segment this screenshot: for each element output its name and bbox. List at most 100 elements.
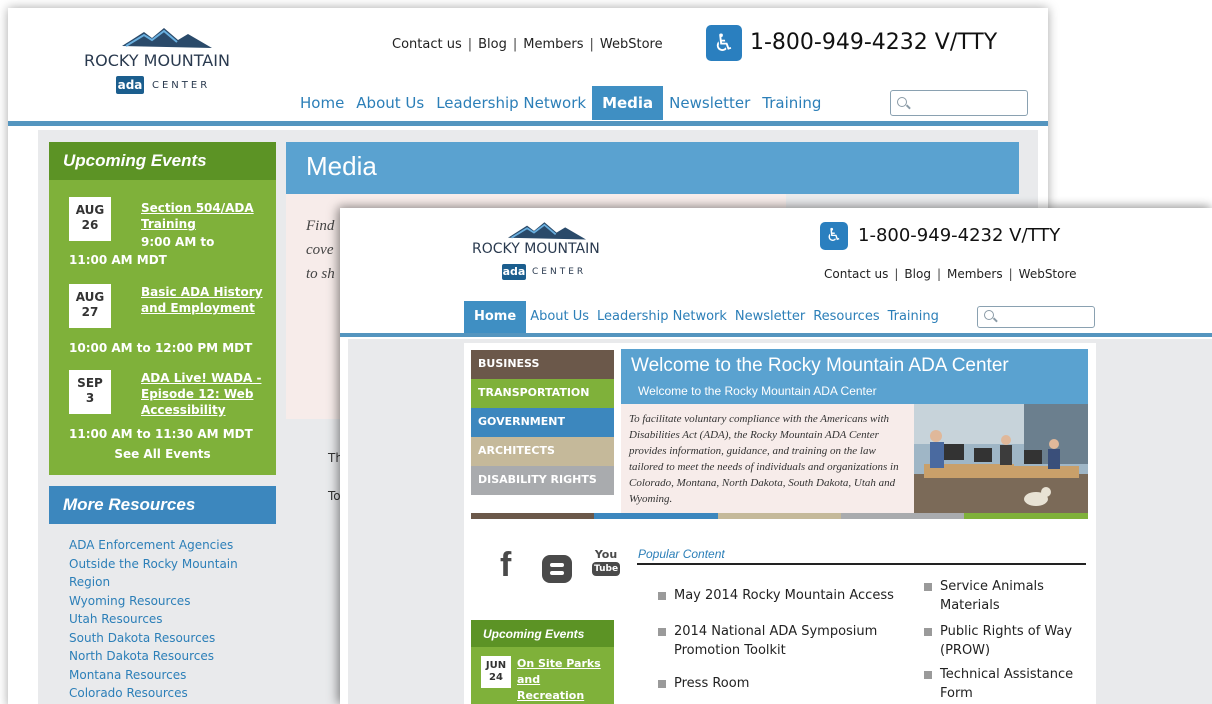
- back-top-links: Contact us | Blog | Members | WebStore: [392, 37, 663, 52]
- event-time: 10:00 AM to 12:00 PM MDT: [69, 341, 253, 355]
- contact-us-link[interactable]: Contact us: [824, 267, 888, 281]
- event-time: 9:00 AM to: [141, 235, 215, 249]
- welcome-subtitle: Welcome to the Rocky Mountain ADA Center: [638, 384, 877, 398]
- resource-link[interactable]: Utah Resources: [69, 610, 269, 629]
- front-phone: ♿ 1-800-949-4232 V/TTY: [820, 222, 1060, 250]
- popular-content-link[interactable]: Press Room: [658, 674, 904, 693]
- resources-list: ADA Enforcement Agencies Outside the Roc…: [69, 536, 269, 703]
- resource-link[interactable]: Wyoming Resources: [69, 592, 269, 611]
- nav-home[interactable]: Home: [294, 86, 350, 120]
- back-phone: ♿ 1-800-949-4232 V/TTY: [706, 25, 997, 61]
- color-bar-segment: [471, 513, 594, 519]
- blog-link[interactable]: Blog: [478, 37, 507, 52]
- see-all-events-link[interactable]: See All Events: [49, 447, 276, 461]
- front-main-nav: Home About Us Leadership Network Newsletter…: [464, 301, 943, 333]
- logo-center-text: CENTER: [152, 80, 211, 91]
- resource-link[interactable]: Montana Resources: [69, 666, 269, 685]
- facebook-icon[interactable]: f: [500, 546, 511, 585]
- nav-resources[interactable]: Resources: [809, 301, 883, 333]
- popular-content-heading: Popular Content: [638, 547, 725, 561]
- popular-content-link[interactable]: Technical Assistance Form: [924, 665, 1090, 703]
- front-search-input[interactable]: [977, 306, 1095, 328]
- nav-about-us[interactable]: About Us: [526, 301, 593, 333]
- search-icon: [984, 310, 994, 320]
- body-text-fragment: To: [328, 489, 341, 503]
- category-architects-button[interactable]: ARCHITECTS: [471, 437, 614, 466]
- event-title-link[interactable]: Basic ADA History and Employment: [141, 284, 265, 316]
- welcome-body: To facilitate voluntary compliance with …: [621, 404, 914, 514]
- phone-number: 1-800-949-4232 V/TTY: [858, 225, 1061, 246]
- events-heading: Upcoming Events: [49, 142, 276, 180]
- logo-name: ROCKY MOUNTAIN: [84, 51, 230, 70]
- back-header: ROCKY MOUNTAIN ada CENTER Contact us | Blo…: [8, 8, 1048, 128]
- resource-link[interactable]: South Dakota Resources: [69, 629, 269, 648]
- back-upcoming-events: Upcoming Events AUG 26 Section 504/ADA T…: [49, 142, 276, 475]
- logo-center-text: CENTER: [532, 267, 587, 277]
- blog-link[interactable]: Blog: [904, 267, 931, 281]
- nav-newsletter[interactable]: Newsletter: [731, 301, 809, 333]
- front-upcoming-events: Upcoming Events JUN 24 On Site Parks and…: [471, 620, 614, 704]
- computer-lab-image: [914, 404, 1088, 514]
- mountain-logo-icon: [122, 28, 212, 48]
- nav-leadership-network[interactable]: Leadership Network: [593, 301, 731, 333]
- color-bar-segment: [594, 513, 718, 519]
- nav-training[interactable]: Training: [756, 86, 827, 120]
- welcome-title: Welcome to the Rocky Mountain ADA Center: [631, 355, 1009, 376]
- event-date: AUG 27: [69, 284, 111, 328]
- event-date: SEP 3: [69, 370, 111, 414]
- popular-content-link[interactable]: Public Rights of Way (PROW): [924, 622, 1090, 660]
- nav-training[interactable]: Training: [884, 301, 943, 333]
- color-bar-segment: [841, 513, 964, 519]
- popular-content-link[interactable]: 2014 National ADA Symposium Promotion To…: [658, 622, 904, 660]
- category-government-button[interactable]: GOVERNMENT: [471, 408, 614, 437]
- back-nav-bar: [8, 121, 1048, 126]
- search-icon: [897, 97, 907, 107]
- color-bar-segment: [718, 513, 841, 519]
- media-intro-text: Find cove to sh: [306, 218, 335, 282]
- nav-media[interactable]: Media: [592, 86, 664, 120]
- media-page-title: Media: [286, 142, 1019, 194]
- webstore-link[interactable]: WebStore: [600, 37, 663, 52]
- resource-link[interactable]: Outside the Rocky Mountain: [69, 555, 269, 574]
- ada-logo-mark: ada: [116, 76, 144, 94]
- youtube-icon[interactable]: You Tube: [592, 548, 620, 582]
- more-resources-heading: More Resources: [49, 486, 276, 524]
- category-transportation-button[interactable]: TRANSPORTATION: [471, 379, 614, 408]
- front-nav-bar: [340, 333, 1212, 337]
- nav-leadership-network[interactable]: Leadership Network: [430, 86, 592, 120]
- event-title-link[interactable]: ADA Live! WADA - Episode 12: Web Accessi…: [141, 370, 265, 418]
- color-bar-segment: [964, 513, 1088, 519]
- back-search-input[interactable]: [890, 90, 1028, 116]
- events-heading: Upcoming Events: [471, 620, 614, 647]
- wheelchair-icon: ♿: [820, 222, 848, 250]
- members-link[interactable]: Members: [947, 267, 1003, 281]
- popular-content-link[interactable]: May 2014 Rocky Mountain Access: [658, 586, 904, 605]
- nav-newsletter[interactable]: Newsletter: [663, 86, 756, 120]
- event-title-link[interactable]: Section 504/ADA Training: [141, 200, 261, 232]
- event-date: AUG 26: [69, 197, 111, 241]
- event-time: 11:00 AM MDT: [69, 253, 167, 267]
- welcome-photo: [914, 404, 1088, 514]
- blogger-icon[interactable]: [542, 555, 572, 583]
- webstore-link[interactable]: WebStore: [1019, 267, 1077, 281]
- front-logo[interactable]: ROCKY MOUNTAIN ada CENTER: [472, 220, 622, 284]
- members-link[interactable]: Members: [523, 37, 583, 52]
- popular-content-link[interactable]: Service Animals Materials: [924, 577, 1090, 615]
- category-disability-rights-button[interactable]: DISABILITY RIGHTS: [471, 466, 614, 495]
- event-time: 11:00 AM to 11:30 AM MDT: [69, 427, 253, 441]
- popular-content-rule: [637, 563, 1086, 565]
- resource-link[interactable]: North Dakota Resources: [69, 647, 269, 666]
- category-business-button[interactable]: BUSINESS: [471, 350, 614, 379]
- nav-home[interactable]: Home: [464, 301, 527, 333]
- contact-us-link[interactable]: Contact us: [392, 37, 462, 52]
- front-window: ROCKY MOUNTAIN ada CENTER ♿ 1-800-949-423…: [340, 208, 1212, 704]
- resource-link[interactable]: ADA Enforcement Agencies: [69, 536, 269, 555]
- wheelchair-icon: ♿: [706, 25, 742, 61]
- event-title-link[interactable]: On Site Parks and Recreation Training: [517, 656, 609, 704]
- welcome-body-text: To facilitate voluntary compliance with …: [629, 413, 899, 505]
- back-main-nav: Home About Us Leadership Network Media Newsl…: [294, 86, 827, 120]
- back-logo[interactable]: ROCKY MOUNTAIN ada CENTER: [84, 26, 254, 96]
- resource-link[interactable]: Colorado Resources: [69, 684, 269, 703]
- nav-about-us[interactable]: About Us: [350, 86, 430, 120]
- resource-link[interactable]: Region: [69, 573, 269, 592]
